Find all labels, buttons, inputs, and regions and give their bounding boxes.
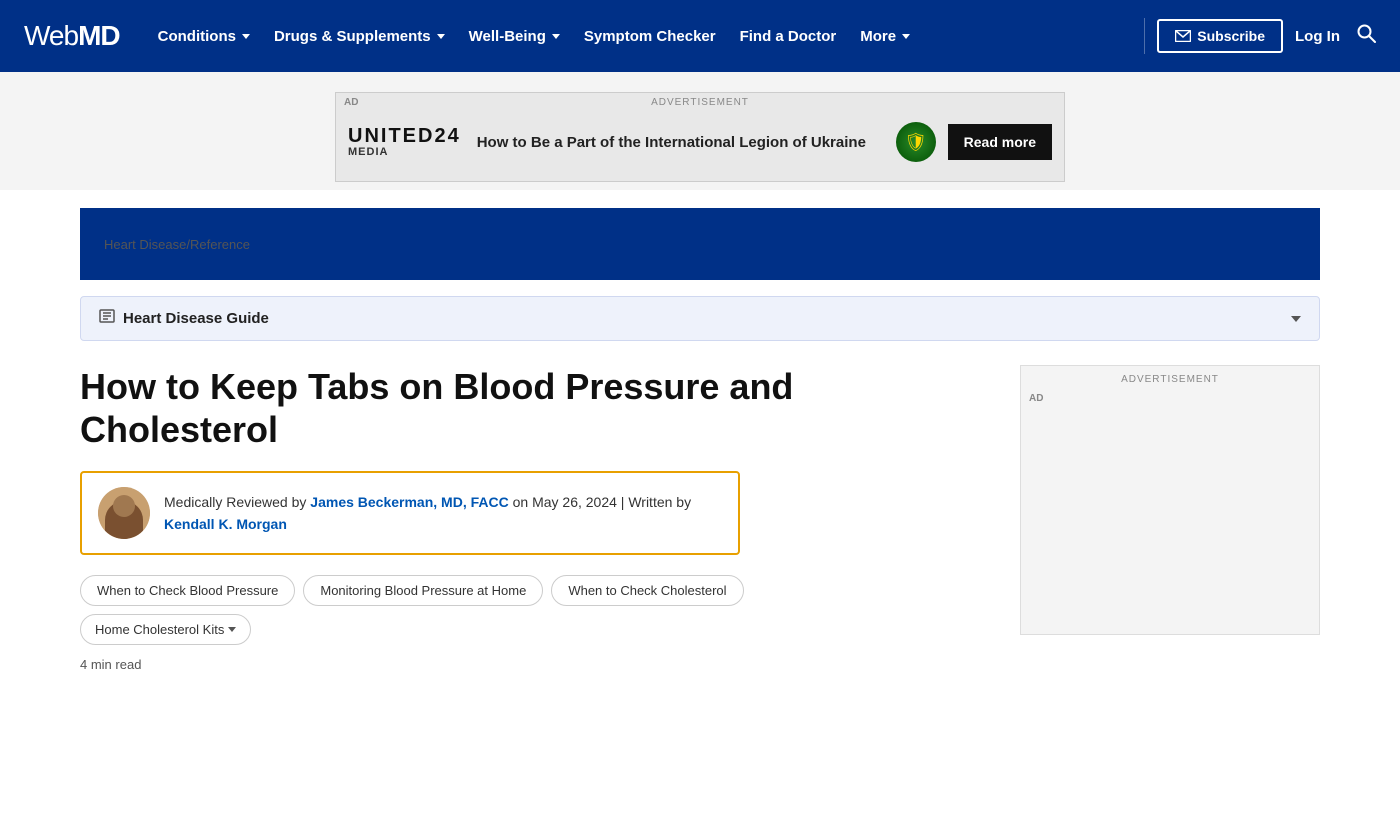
- login-button[interactable]: Log In: [1295, 28, 1340, 45]
- nav-divider: [1144, 18, 1145, 54]
- nav-symptom-checker[interactable]: Symptom Checker: [574, 20, 726, 53]
- breadcrumb-reference: Reference: [190, 237, 250, 252]
- drugs-chevron: [437, 34, 445, 39]
- subscribe-button[interactable]: Subscribe: [1157, 19, 1283, 53]
- nav-wellbeing[interactable]: Well-Being: [459, 20, 570, 53]
- more-chevron: [902, 34, 910, 39]
- guide-bar-label: Heart Disease Guide: [123, 310, 1283, 327]
- read-more-button[interactable]: Read more: [948, 124, 1052, 160]
- author-info: Medically Reviewed by James Beckerman, M…: [164, 491, 691, 536]
- ad-logo-text: UNITED24: [348, 126, 461, 146]
- guide-bar-chevron[interactable]: [1291, 316, 1301, 322]
- site-logo[interactable]: WebMD: [24, 20, 120, 52]
- sidebar-advertisement-label: ADVERTISEMENT: [1029, 374, 1311, 385]
- ad-label: AD: [344, 97, 358, 108]
- nav-actions: Subscribe Log In: [1157, 19, 1376, 53]
- ad-body: How to Be a Part of the International Le…: [477, 132, 884, 153]
- nav-drugs-supplements[interactable]: Drugs & Supplements: [264, 20, 455, 53]
- nav-items: Conditions Drugs & Supplements Well-Bein…: [148, 20, 1133, 53]
- advertisement-label: ADVERTISEMENT: [651, 97, 749, 108]
- article-sidebar: ADVERTISEMENT AD: [1020, 365, 1320, 672]
- author-avatar: [98, 487, 150, 539]
- article-area: How to Keep Tabs on Blood Pressure and C…: [0, 341, 1400, 672]
- sidebar-ad: ADVERTISEMENT AD: [1020, 365, 1320, 635]
- ad-logo-sub: MEDIA: [348, 146, 461, 158]
- search-icon[interactable]: [1356, 23, 1376, 49]
- logo-md: MD: [78, 20, 120, 51]
- tag-check-cholesterol[interactable]: When to Check Cholesterol: [551, 575, 743, 606]
- tag-more-chevron: [228, 627, 236, 632]
- article-title: How to Keep Tabs on Blood Pressure and C…: [80, 365, 870, 451]
- ad-body-text: How to Be a Part of the International Le…: [477, 132, 884, 153]
- breadcrumb: Heart Disease / Reference: [80, 208, 1320, 280]
- topic-tags: When to Check Blood Pressure Monitoring …: [80, 575, 870, 645]
- sidebar-ad-label: AD: [1029, 393, 1311, 404]
- author-box: Medically Reviewed by James Beckerman, M…: [80, 471, 740, 555]
- nav-find-doctor[interactable]: Find a Doctor: [730, 20, 847, 53]
- mail-icon: [1175, 30, 1191, 42]
- medically-reviewed-by-text: Medically Reviewed by: [164, 494, 306, 510]
- ad-logo: UNITED24 MEDIA: [348, 126, 461, 158]
- author-link[interactable]: Kendall K. Morgan: [164, 516, 287, 532]
- guide-icon: [99, 309, 115, 328]
- tag-monitoring-bp[interactable]: Monitoring Blood Pressure at Home: [303, 575, 543, 606]
- guide-bar[interactable]: Heart Disease Guide: [80, 296, 1320, 341]
- tag-home-cholesterol[interactable]: Home Cholesterol Kits: [80, 614, 251, 645]
- review-date-text: on May 26, 2024: [513, 494, 617, 510]
- breadcrumb-heart-disease[interactable]: Heart Disease: [104, 237, 186, 252]
- logo-web: Web: [24, 20, 78, 51]
- nav-more[interactable]: More: [850, 20, 920, 53]
- conditions-chevron: [242, 34, 250, 39]
- reviewer-link[interactable]: James Beckerman, MD, FACC: [310, 494, 508, 510]
- article-main: How to Keep Tabs on Blood Pressure and C…: [80, 365, 988, 672]
- wellbeing-chevron: [552, 34, 560, 39]
- breadcrumb-area: Heart Disease / Reference: [0, 190, 1400, 288]
- ad-icon: 🛡: [896, 122, 936, 162]
- nav-conditions[interactable]: Conditions: [148, 20, 260, 53]
- tag-blood-pressure[interactable]: When to Check Blood Pressure: [80, 575, 295, 606]
- read-time: 4 min read: [80, 657, 988, 672]
- ad-banner: AD ADVERTISEMENT UNITED24 MEDIA How to B…: [335, 92, 1065, 182]
- written-by-text: Written by: [628, 494, 691, 510]
- ad-top-area: AD ADVERTISEMENT UNITED24 MEDIA How to B…: [0, 72, 1400, 190]
